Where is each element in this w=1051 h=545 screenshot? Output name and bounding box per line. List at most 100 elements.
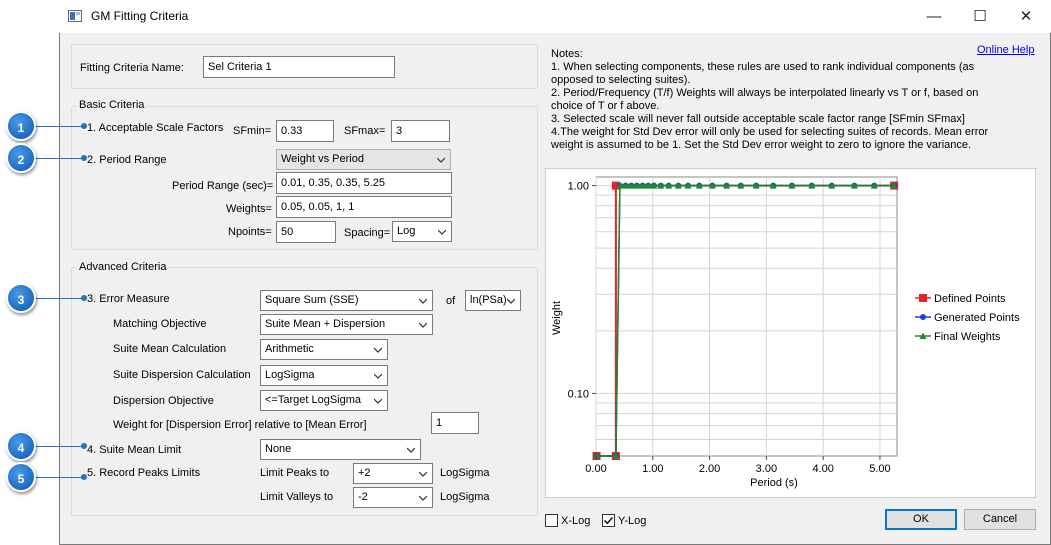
ylog-checkbox[interactable] xyxy=(602,514,615,527)
chart-x-axis-label: Period (s) xyxy=(750,477,798,489)
chevron-down-icon xyxy=(438,229,446,235)
app-icon xyxy=(68,10,82,22)
period-mode-value: Weight vs Period xyxy=(281,153,364,165)
of-select[interactable]: ln(PSa) xyxy=(465,290,521,311)
legend-marker xyxy=(919,294,927,302)
online-help-link[interactable]: Online Help xyxy=(977,44,1034,56)
notes-line: weight is assumed to be 1. Set the Std D… xyxy=(551,139,972,151)
error-measure-value: Square Sum (SSE) xyxy=(265,294,359,306)
ylog-label: Y-Log xyxy=(618,515,647,527)
sfmin-label: SFmin= xyxy=(233,125,272,137)
npoints-label: Npoints= xyxy=(228,226,272,238)
sfmax-input[interactable]: 3 xyxy=(391,120,450,142)
suite-disp-calc-select[interactable]: LogSigma xyxy=(260,365,388,386)
matching-objective-select[interactable]: Suite Mean + Dispersion xyxy=(260,314,433,335)
sfmin-input[interactable]: 0.33 xyxy=(276,120,334,142)
window-title: GM Fitting Criteria xyxy=(91,9,189,23)
chevron-down-icon xyxy=(419,495,427,501)
x-tick-label: 3.00 xyxy=(756,463,777,475)
callout-leader-2 xyxy=(36,158,86,159)
suite-mean-calc-value: Arithmetic xyxy=(265,343,314,355)
period-mode-select[interactable]: Weight vs Period xyxy=(276,149,451,170)
chevron-down-icon xyxy=(407,447,415,453)
notes-line: 3. Selected scale will never fall outsid… xyxy=(551,113,965,125)
xlog-checkbox[interactable] xyxy=(545,514,558,527)
cancel-button[interactable]: Cancel xyxy=(964,509,1036,530)
chevron-down-icon xyxy=(374,398,382,404)
suite-mean-limit-value: None xyxy=(265,443,292,455)
error-measure-label: 3. Error Measure xyxy=(87,293,170,305)
weight-chart: 0.00 1.00 2.00 3.00 4.00 5.00 0.10 1.00 Period … xyxy=(545,168,1036,498)
x-tick-label: 5.00 xyxy=(869,463,890,475)
suite-mean-calc-select[interactable]: Arithmetic xyxy=(260,339,388,360)
xlog-label: X-Log xyxy=(561,515,591,527)
weights-label: Weights= xyxy=(226,203,272,215)
callout-leader-dot-1 xyxy=(81,123,87,129)
chevron-down-icon xyxy=(419,322,427,328)
x-tick-label: 4.00 xyxy=(812,463,833,475)
chevron-down-icon xyxy=(374,347,382,353)
error-measure-select[interactable]: Square Sum (SSE) xyxy=(260,290,433,311)
chevron-down-icon xyxy=(374,373,382,379)
suite-disp-calc-label: Suite Dispersion Calculation xyxy=(113,369,251,381)
x-tick-label: 1.00 xyxy=(642,463,663,475)
dispersion-objective-label: Dispersion Objective xyxy=(113,395,214,407)
plot-area xyxy=(595,176,898,457)
notes-line: 1. When selecting components, these rule… xyxy=(551,61,975,73)
y-tick-label: 0.10 xyxy=(568,388,589,400)
limit-valleys-select[interactable]: -2 xyxy=(353,487,433,508)
period-range-sec-input[interactable]: 0.01, 0.35, 0.35, 5.25 xyxy=(276,172,452,194)
chevron-down-icon xyxy=(507,298,515,304)
notes-line: opposed to selecting suites). xyxy=(551,74,691,86)
period-range-sec-label: Period Range (sec)= xyxy=(172,180,274,192)
callout-leader-5 xyxy=(36,477,86,478)
suite-mean-limit-select[interactable]: None xyxy=(260,439,421,460)
callout-leader-4 xyxy=(36,446,86,447)
legend-label: Generated Points xyxy=(934,312,1020,324)
callout-4: 4 xyxy=(6,431,36,461)
criteria-name-label: Fitting Criteria Name: xyxy=(80,62,184,74)
callout-5: 5 xyxy=(6,462,36,492)
sfmax-label: SFmax= xyxy=(344,125,386,137)
callout-leader-1 xyxy=(36,126,86,127)
callout-leader-dot-2 xyxy=(81,155,87,161)
callout-leader-dot-4 xyxy=(81,443,87,449)
limit-valleys-unit: LogSigma xyxy=(440,491,490,503)
callout-2: 2 xyxy=(6,143,36,173)
title-bar[interactable] xyxy=(59,0,1051,33)
callout-3: 3 xyxy=(6,283,36,313)
minimize-icon[interactable]: — xyxy=(911,0,957,33)
weight-disp-label: Weight for [Dispersion Error] relative t… xyxy=(113,419,367,431)
notes-panel: Notes: 1. When selecting components, the… xyxy=(551,48,991,152)
chart-grid xyxy=(595,176,898,457)
chevron-down-icon xyxy=(437,157,445,163)
suite-mean-limit-label: 4. Suite Mean Limit xyxy=(87,444,182,456)
weights-input[interactable]: 0.05, 0.05, 1, 1 xyxy=(276,196,452,218)
matching-objective-value: Suite Mean + Dispersion xyxy=(265,318,386,330)
ok-button[interactable]: OK xyxy=(885,509,957,530)
matching-objective-label: Matching Objective xyxy=(113,318,207,330)
legend-label: Final Weights xyxy=(934,331,1001,343)
callout-leader-dot-3 xyxy=(81,295,87,301)
period-range-label: 2. Period Range xyxy=(87,154,167,166)
callout-leader-dot-5 xyxy=(81,474,87,480)
criteria-name-input[interactable]: Sel Criteria 1 xyxy=(203,56,395,78)
spacing-label: Spacing= xyxy=(344,227,391,239)
of-value: ln(PSa) xyxy=(470,294,507,306)
notes-title: Notes: xyxy=(551,48,583,60)
record-peaks-label: 5. Record Peaks Limits xyxy=(87,467,201,479)
weight-disp-input[interactable]: 1 xyxy=(431,412,479,434)
limit-peaks-select[interactable]: +2 xyxy=(353,463,433,484)
limit-peaks-value: +2 xyxy=(358,467,371,479)
advanced-criteria-title: Advanced Criteria xyxy=(77,261,169,273)
spacing-select[interactable]: Log xyxy=(392,221,452,242)
chevron-down-icon xyxy=(419,298,427,304)
scale-factors-label: 1. Acceptable Scale Factors xyxy=(87,122,224,134)
dispersion-objective-select[interactable]: <=Target LogSigma xyxy=(260,390,388,411)
close-icon[interactable]: ✕ xyxy=(1003,0,1049,33)
npoints-input[interactable]: 50 xyxy=(276,221,336,243)
legend-label: Defined Points xyxy=(934,293,1006,305)
callout-1: 1 xyxy=(6,111,36,141)
limit-valleys-value: -2 xyxy=(358,491,368,503)
maximize-icon[interactable]: ☐ xyxy=(957,0,1003,33)
